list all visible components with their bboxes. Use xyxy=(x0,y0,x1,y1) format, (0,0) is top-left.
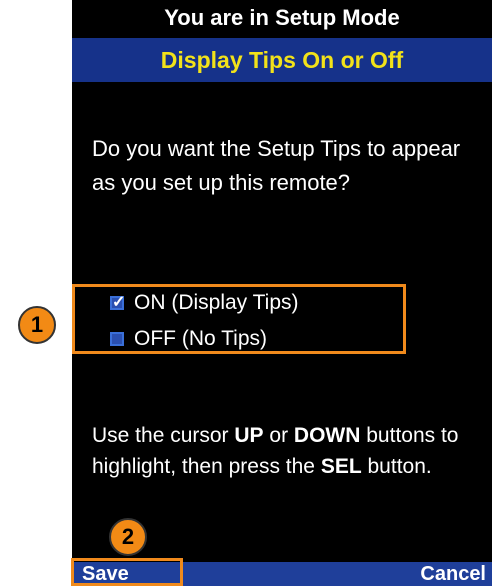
cancel-softkey[interactable]: Cancel xyxy=(420,562,486,586)
option-off-label: OFF (No Tips) xyxy=(134,327,268,350)
option-on-label: ON (Display Tips) xyxy=(134,291,299,314)
instructions-text: Use the cursor UP or DOWN buttons to hig… xyxy=(92,420,492,482)
checked-checkbox-icon xyxy=(110,292,125,312)
instructions-up: UP xyxy=(234,424,264,447)
screen-title: Display Tips On or Off xyxy=(72,38,492,82)
callout-badge-1: 1 xyxy=(18,306,56,344)
instructions-part3: button. xyxy=(361,455,432,478)
unchecked-checkbox-icon xyxy=(110,332,124,346)
callout-badge-2: 2 xyxy=(109,518,147,556)
instructions-sel: SEL xyxy=(320,455,362,478)
instructions-part1: Use the cursor xyxy=(92,424,235,447)
instructions-or: or xyxy=(263,424,294,447)
instructions-down: DOWN xyxy=(293,424,361,447)
option-on[interactable]: ON (Display Tips) xyxy=(110,290,299,316)
save-highlight xyxy=(71,558,183,586)
remote-screen: You are in Setup Mode Display Tips On or… xyxy=(72,0,492,586)
option-off[interactable]: OFF (No Tips) xyxy=(110,326,267,352)
mode-title: You are in Setup Mode xyxy=(164,5,400,30)
question-text: Do you want the Setup Tips to appear as … xyxy=(92,136,461,195)
